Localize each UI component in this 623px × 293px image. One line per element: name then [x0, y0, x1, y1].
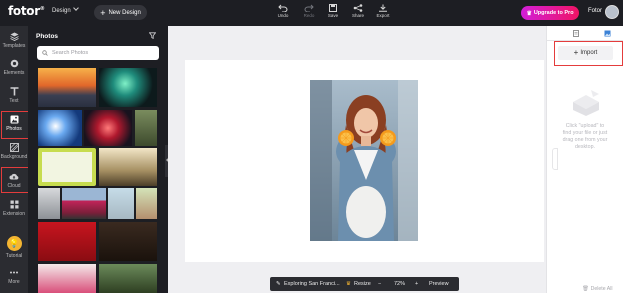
save-icon: [329, 4, 337, 12]
photo-thumbnail-woman[interactable]: [136, 188, 157, 219]
import-highlight-box: [554, 41, 623, 66]
lightbulb-icon: 💡: [6, 236, 22, 251]
photo-thumbnail-gifts[interactable]: [38, 222, 96, 261]
dots-icon: [10, 271, 18, 274]
photo-thumbnail-portrait[interactable]: [38, 188, 60, 219]
text-icon: [10, 87, 18, 96]
panel-title: Photos: [36, 33, 59, 40]
zoom-in-button[interactable]: +: [415, 281, 418, 287]
save-label: Save: [327, 13, 339, 18]
search-input[interactable]: [52, 50, 152, 56]
document-icon[interactable]: [573, 30, 579, 37]
photo-thumbnail-sky[interactable]: [108, 188, 134, 219]
delete-all-label: Delete All: [590, 286, 613, 292]
rail-label: Text: [9, 98, 19, 104]
elements-icon: [10, 59, 18, 68]
account-name[interactable]: Fotor: [588, 8, 602, 14]
photo-thumbnail-plant[interactable]: [135, 110, 157, 146]
rail-label: Tutorial: [5, 253, 23, 259]
grid-icon: [10, 200, 18, 209]
fotor-logo[interactable]: fotor®: [8, 4, 45, 18]
download-icon: [379, 4, 387, 12]
share-label: Share: [351, 13, 364, 18]
photos-panel: Photos: [28, 26, 168, 293]
project-name[interactable]: Exploring San Franci...: [284, 281, 340, 287]
upgrade-button[interactable]: ♛ Upgrade to Pro: [521, 6, 579, 20]
rail-item-text[interactable]: Text: [0, 87, 28, 104]
layers-icon: [9, 32, 19, 41]
photo-thumbnail-street[interactable]: [99, 148, 157, 186]
rail-label: Elements: [3, 70, 25, 76]
empty-state-message: Click "upload" to find your file or just…: [562, 123, 608, 150]
new-design-button[interactable]: + New Design: [94, 5, 147, 20]
top-bar: fotor® Design + New Design Undo Redo Save…: [0, 0, 623, 26]
rail-label: Templates: [2, 43, 26, 49]
photo-thumbnail-car[interactable]: [62, 188, 106, 219]
canvas-photo[interactable]: [310, 80, 418, 241]
right-panel-tabs: [547, 26, 623, 41]
photo-thumbnail-pink[interactable]: [38, 264, 96, 293]
preview-button[interactable]: Preview: [429, 281, 449, 287]
save-button[interactable]: Save: [322, 4, 344, 18]
zoom-level: 72%: [394, 281, 406, 287]
crown-icon: ♛: [346, 281, 351, 287]
new-design-label: New Design: [108, 9, 141, 16]
right-panel-handle[interactable]: [552, 148, 558, 170]
design-menu-label: Design: [52, 8, 71, 14]
rail-label: Extension: [3, 211, 25, 217]
export-label: Export: [376, 13, 390, 18]
photo-thumbnail-lemons[interactable]: [38, 148, 96, 186]
plus-icon: +: [100, 7, 106, 18]
search-icon: [42, 50, 48, 56]
rail-item-elements[interactable]: Elements: [0, 59, 28, 76]
resize-button[interactable]: Resize: [354, 281, 371, 287]
redo-icon: [304, 4, 314, 12]
rail-label: More: [8, 279, 20, 285]
trash-icon: 🗑: [582, 286, 589, 292]
image-icon[interactable]: [604, 30, 611, 37]
rail-item-background[interactable]: Background: [0, 143, 28, 160]
woman-oranges-image: [310, 80, 418, 241]
delete-all-button[interactable]: 🗑 Delete All: [582, 286, 613, 292]
filter-icon[interactable]: [149, 32, 156, 39]
chevron-down-icon: [72, 5, 79, 11]
avatar[interactable]: [605, 5, 619, 19]
rail-item-templates[interactable]: Templates: [0, 32, 28, 49]
redo-button[interactable]: Redo: [298, 4, 320, 18]
rail-item-tutorial[interactable]: 💡 Tutorial: [0, 236, 28, 259]
photo-thumbnail-dark[interactable]: [99, 222, 157, 261]
background-icon: [9, 143, 19, 152]
rail-label: Background: [0, 154, 28, 160]
share-icon: [353, 4, 363, 12]
empty-upload-illustration: [573, 90, 599, 116]
search-box[interactable]: [37, 46, 159, 60]
left-rail: Templates Elements Text Photos Backgroun…: [0, 26, 28, 293]
zoom-out-button[interactable]: −: [378, 281, 381, 287]
undo-label: Undo: [277, 13, 289, 18]
crown-icon: ♛: [526, 10, 532, 17]
photo-thumbnail-sunset[interactable]: [38, 68, 96, 107]
rail-item-more[interactable]: More: [0, 268, 28, 285]
photo-thumbnail-stage[interactable]: [84, 110, 132, 146]
undo-button[interactable]: Undo: [272, 4, 294, 18]
rail-item-extension[interactable]: Extension: [0, 200, 28, 217]
photo-thumbnail-blue[interactable]: [38, 110, 82, 146]
photo-thumbnail-trees[interactable]: [99, 264, 157, 293]
photo-thumbnail-lights[interactable]: [99, 68, 157, 107]
export-button[interactable]: Export: [372, 4, 394, 18]
upgrade-label: Upgrade to Pro: [533, 10, 574, 16]
share-button[interactable]: Share: [347, 4, 369, 18]
edit-pencil-icon[interactable]: ✎: [276, 281, 281, 287]
redo-label: Redo: [303, 13, 315, 18]
undo-icon: [278, 4, 288, 12]
design-menu[interactable]: Design: [52, 5, 79, 14]
canvas-bottom-bar: ✎ Exploring San Franci... ♛ Resize − 72%…: [270, 277, 459, 291]
